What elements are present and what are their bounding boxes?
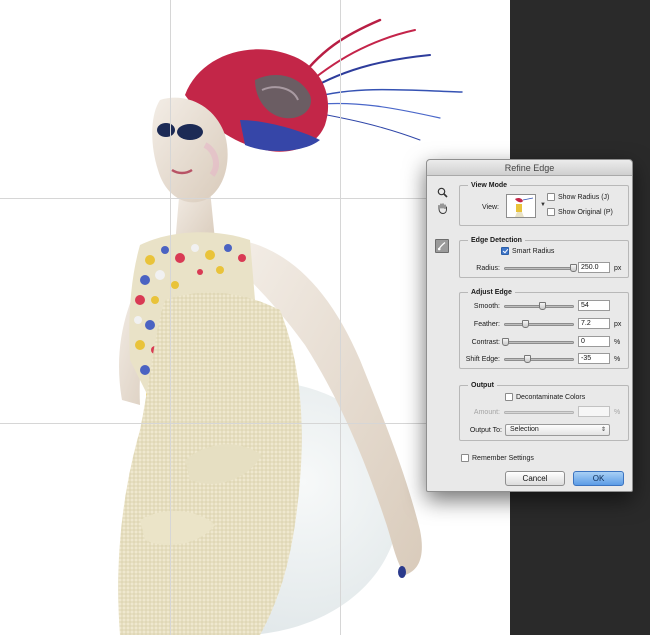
smooth-slider-thumb[interactable] — [538, 302, 546, 310]
remember-settings-label: Remember Settings — [472, 455, 534, 462]
amount-slider — [504, 411, 574, 414]
radius-slider[interactable] — [504, 264, 577, 272]
remember-settings-checkbox[interactable] — [461, 454, 469, 462]
ok-button[interactable]: OK — [573, 471, 624, 486]
output-to-label: Output To: — [469, 427, 502, 434]
view-mode-thumbnail[interactable] — [506, 194, 536, 218]
radius-unit: px — [614, 265, 622, 272]
view-mode-group: View Mode View: ▼ Show Radius (J) Show O… — [459, 181, 629, 226]
dialog-title[interactable]: Refine Edge — [427, 160, 632, 176]
amount-label: Amount: — [473, 409, 500, 416]
decontaminate-colors-checkbox[interactable] — [505, 393, 513, 401]
select-arrows-icon: ⇕ — [600, 427, 606, 433]
guide-line-vertical — [340, 0, 341, 635]
output-title: Output — [468, 381, 497, 390]
feather-label: Feather: — [473, 321, 500, 328]
edge-detection-title: Edge Detection — [468, 236, 525, 245]
guide-line-vertical — [170, 0, 171, 635]
smart-radius-checkbox[interactable] — [501, 247, 509, 255]
decontaminate-colors-label: Decontaminate Colors — [516, 394, 586, 401]
shift-edge-slider[interactable] — [504, 355, 574, 363]
hand-icon[interactable] — [435, 201, 449, 215]
shift-edge-unit: % — [614, 356, 621, 363]
show-radius-checkbox[interactable] — [547, 193, 555, 201]
contrast-slider[interactable] — [502, 338, 574, 346]
feather-field[interactable]: 7.2 — [578, 318, 610, 329]
show-original-checkbox[interactable] — [547, 208, 555, 216]
feather-slider-thumb[interactable] — [522, 320, 530, 328]
shift-edge-field[interactable]: -35 — [578, 353, 610, 364]
adjust-edge-title: Adjust Edge — [468, 288, 515, 297]
smooth-label: Smooth: — [473, 303, 500, 310]
feather-slider[interactable] — [504, 320, 574, 328]
smooth-slider[interactable] — [504, 302, 574, 310]
chevron-down-icon[interactable]: ▼ — [540, 202, 546, 208]
smart-radius-label: Smart Radius — [512, 248, 555, 255]
radius-field[interactable]: 250.0 — [578, 262, 610, 273]
show-radius-label: Show Radius (J) — [558, 194, 610, 201]
contrast-field[interactable]: 0 — [578, 336, 610, 347]
view-label: View: — [482, 204, 499, 211]
amount-unit: % — [614, 409, 621, 416]
edge-detection-group: Edge Detection Smart Radius Radius: 250.… — [459, 236, 629, 278]
view-mode-title: View Mode — [468, 181, 511, 190]
contrast-unit: % — [614, 339, 621, 346]
contrast-label: Contrast: — [471, 339, 500, 346]
radius-slider-thumb[interactable] — [570, 264, 577, 272]
refine-radius-brush-icon[interactable] — [435, 239, 449, 253]
amount-field — [578, 406, 610, 417]
adjust-edge-group: Adjust Edge Smooth: 54 Feather: 7.2 px C… — [459, 288, 629, 369]
shift-edge-label: Shift Edge: — [465, 356, 500, 363]
output-to-value: Selection — [510, 426, 539, 433]
output-to-select[interactable]: Selection ⇕ — [505, 424, 610, 436]
show-original-label: Show Original (P) — [558, 209, 613, 216]
refine-edge-dialog: Refine Edge View Mode View: ▼ Show Radiu… — [426, 159, 633, 492]
feather-unit: px — [614, 321, 622, 328]
radius-label: Radius: — [476, 265, 500, 272]
contrast-slider-thumb[interactable] — [502, 338, 509, 346]
shift-edge-slider-thumb[interactable] — [523, 355, 531, 363]
zoom-icon[interactable] — [435, 185, 449, 199]
cancel-button[interactable]: Cancel — [505, 471, 565, 486]
smooth-field[interactable]: 54 — [578, 300, 610, 311]
output-group: Output Decontaminate Colors Amount: % Ou… — [459, 381, 629, 441]
